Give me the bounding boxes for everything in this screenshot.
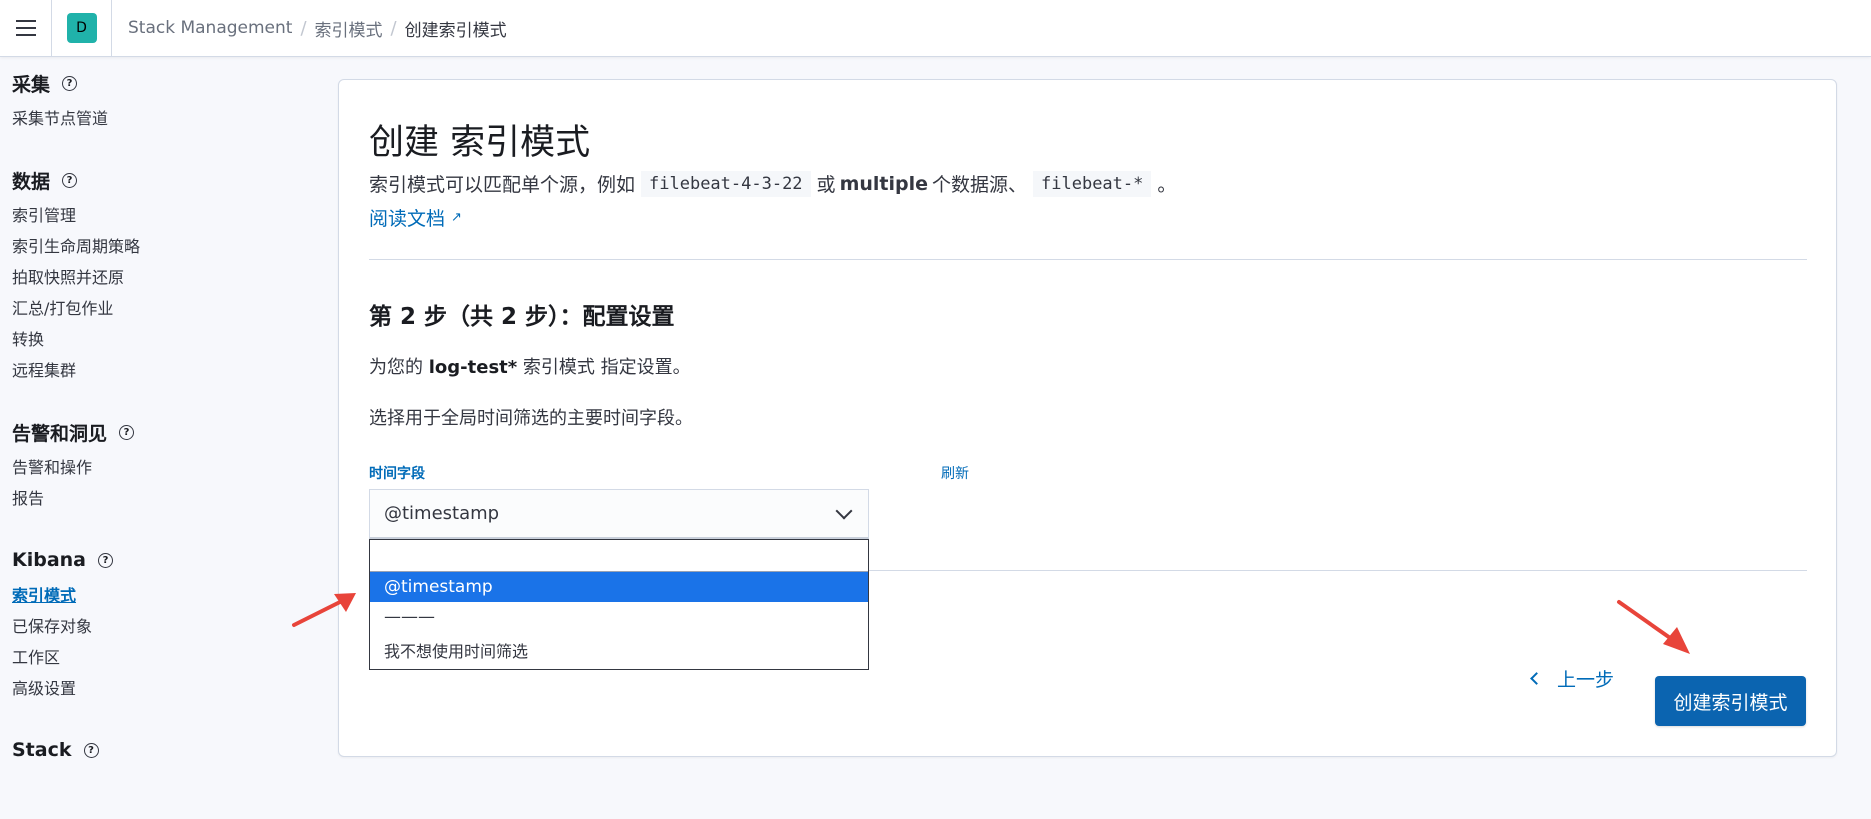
sidebar-item-index-management[interactable]: 索引管理: [12, 198, 312, 229]
description-text: 个数据源、: [932, 174, 1028, 196]
chevron-left-icon: [1530, 671, 1543, 685]
breadcrumb: Stack Management / 索引模式 / 创建索引模式: [112, 16, 507, 41]
example-code-single: filebeat-4-3-22: [641, 170, 811, 197]
sidebar-group-kibana: Kibana? 索引模式 已保存对象 工作区 高级设置: [12, 542, 312, 702]
help-icon[interactable]: ?: [62, 75, 78, 91]
breadcrumb-stack-management[interactable]: Stack Management: [128, 18, 292, 38]
breadcrumb-separator: /: [300, 17, 307, 39]
sidebar-item-alerts-actions[interactable]: 告警和操作: [12, 450, 312, 481]
breadcrumb-index-patterns[interactable]: 索引模式: [315, 16, 383, 41]
sidebar-group-title: 告警和洞见: [12, 422, 108, 445]
breadcrumb-create-index-pattern: 创建索引模式: [404, 20, 507, 41]
settings-instruction: 为您的 log-test* 索引模式 指定设置。: [369, 353, 691, 379]
sidebar-item-snapshot[interactable]: 拍取快照并还原: [12, 260, 312, 291]
back-button-label: 上一步: [1557, 668, 1615, 691]
dropdown-search-input[interactable]: [370, 540, 868, 572]
sidebar-group-title: Kibana: [12, 549, 87, 571]
sidebar-item-reporting[interactable]: 报告: [12, 481, 312, 512]
sidebar-group-title: Stack: [12, 739, 72, 761]
sidebar-item-saved-objects[interactable]: 已保存对象: [12, 609, 312, 640]
sidebar-item-advanced-settings[interactable]: 高级设置: [12, 671, 312, 702]
settings-suffix: 索引模式 指定设置。: [522, 357, 691, 378]
breadcrumb-separator: /: [390, 17, 397, 39]
read-docs-link[interactable]: 阅读文档 ↗: [369, 204, 462, 231]
back-button[interactable]: 上一步: [1524, 658, 1622, 698]
time-field-value: @timestamp: [384, 503, 500, 524]
sidebar-item-transform[interactable]: 转换: [12, 322, 312, 353]
dropdown-option-timestamp[interactable]: @timestamp: [370, 572, 868, 602]
step-title: 第 2 步（共 2 步）：配置设置: [369, 304, 675, 330]
page-title: 创建 索引模式: [369, 123, 591, 163]
create-index-pattern-button[interactable]: 创建索引模式: [1655, 676, 1806, 726]
sidebar-group-title: 采集: [12, 73, 51, 96]
settings-prefix: 为您的: [369, 357, 423, 378]
top-header: D Stack Management / 索引模式 / 创建索引模式: [0, 0, 1871, 57]
time-field-description: 选择用于全局时间筛选的主要时间字段。: [369, 408, 693, 429]
help-icon[interactable]: ?: [62, 172, 78, 188]
read-docs-label[interactable]: 阅读文档: [369, 204, 445, 231]
dropdown-option-separator: ———: [384, 607, 435, 627]
sidebar-group-stack: Stack?: [12, 732, 312, 768]
divider: [869, 570, 1807, 571]
external-link-icon: ↗: [451, 210, 462, 225]
description-text: 。: [1157, 174, 1177, 196]
space-avatar[interactable]: D: [66, 13, 97, 43]
refresh-button[interactable]: 刷新: [839, 463, 969, 483]
description-bold: multiple: [839, 172, 928, 195]
index-pattern-name: log-test*: [428, 357, 518, 378]
description-text: 索引模式可以匹配单个源，例如: [369, 174, 636, 196]
space-selector[interactable]: D: [52, 0, 112, 57]
example-code-multiple: filebeat-*: [1033, 170, 1152, 197]
chevron-down-icon: [835, 502, 853, 520]
time-field-dropdown: @timestamp ——— 我不想使用时间筛选: [369, 539, 869, 670]
menu-toggle-button[interactable]: [0, 0, 52, 57]
sidebar-item-ilm[interactable]: 索引生命周期策略: [12, 229, 312, 260]
annotation-arrow-icon: [292, 593, 356, 627]
time-field-label: 时间字段: [369, 466, 425, 482]
help-icon[interactable]: ?: [83, 742, 99, 758]
sidebar-group-data: 数据? 索引管理 索引生命周期策略 拍取快照并还原 汇总/打包作业 转换 远程集…: [12, 162, 312, 384]
sidebar: 采集? 采集节点管道 数据? 索引管理 索引生命周期策略 拍取快照并还原 汇总/…: [12, 57, 312, 768]
annotation-arrow-icon: [1617, 600, 1690, 654]
help-icon[interactable]: ?: [98, 552, 114, 568]
sidebar-item-remote-clusters[interactable]: 远程集群: [12, 353, 312, 384]
create-index-pattern-panel: 创建 索引模式 索引模式可以匹配单个源，例如 filebeat-4-3-22 或…: [338, 79, 1837, 757]
sidebar-item-workspace[interactable]: 工作区: [12, 640, 312, 671]
sidebar-group-ingest: 采集? 采集节点管道: [12, 65, 312, 132]
time-field-select[interactable]: @timestamp: [369, 489, 869, 539]
dropdown-option-no-time-filter[interactable]: 我不想使用时间筛选: [370, 632, 868, 668]
sidebar-group-title: 数据: [12, 170, 51, 193]
description-text: 或: [816, 174, 836, 196]
page-description: 索引模式可以匹配单个源，例如 filebeat-4-3-22 或 multipl…: [369, 170, 1176, 197]
divider: [369, 259, 1807, 260]
sidebar-item-index-patterns[interactable]: 索引模式: [12, 578, 312, 609]
help-icon[interactable]: ?: [119, 424, 135, 440]
hamburger-icon: [15, 20, 36, 36]
sidebar-item-rollup[interactable]: 汇总/打包作业: [12, 291, 312, 322]
sidebar-item-ingest-pipelines[interactable]: 采集节点管道: [12, 101, 312, 132]
sidebar-group-alerts: 告警和洞见? 告警和操作 报告: [12, 414, 312, 512]
